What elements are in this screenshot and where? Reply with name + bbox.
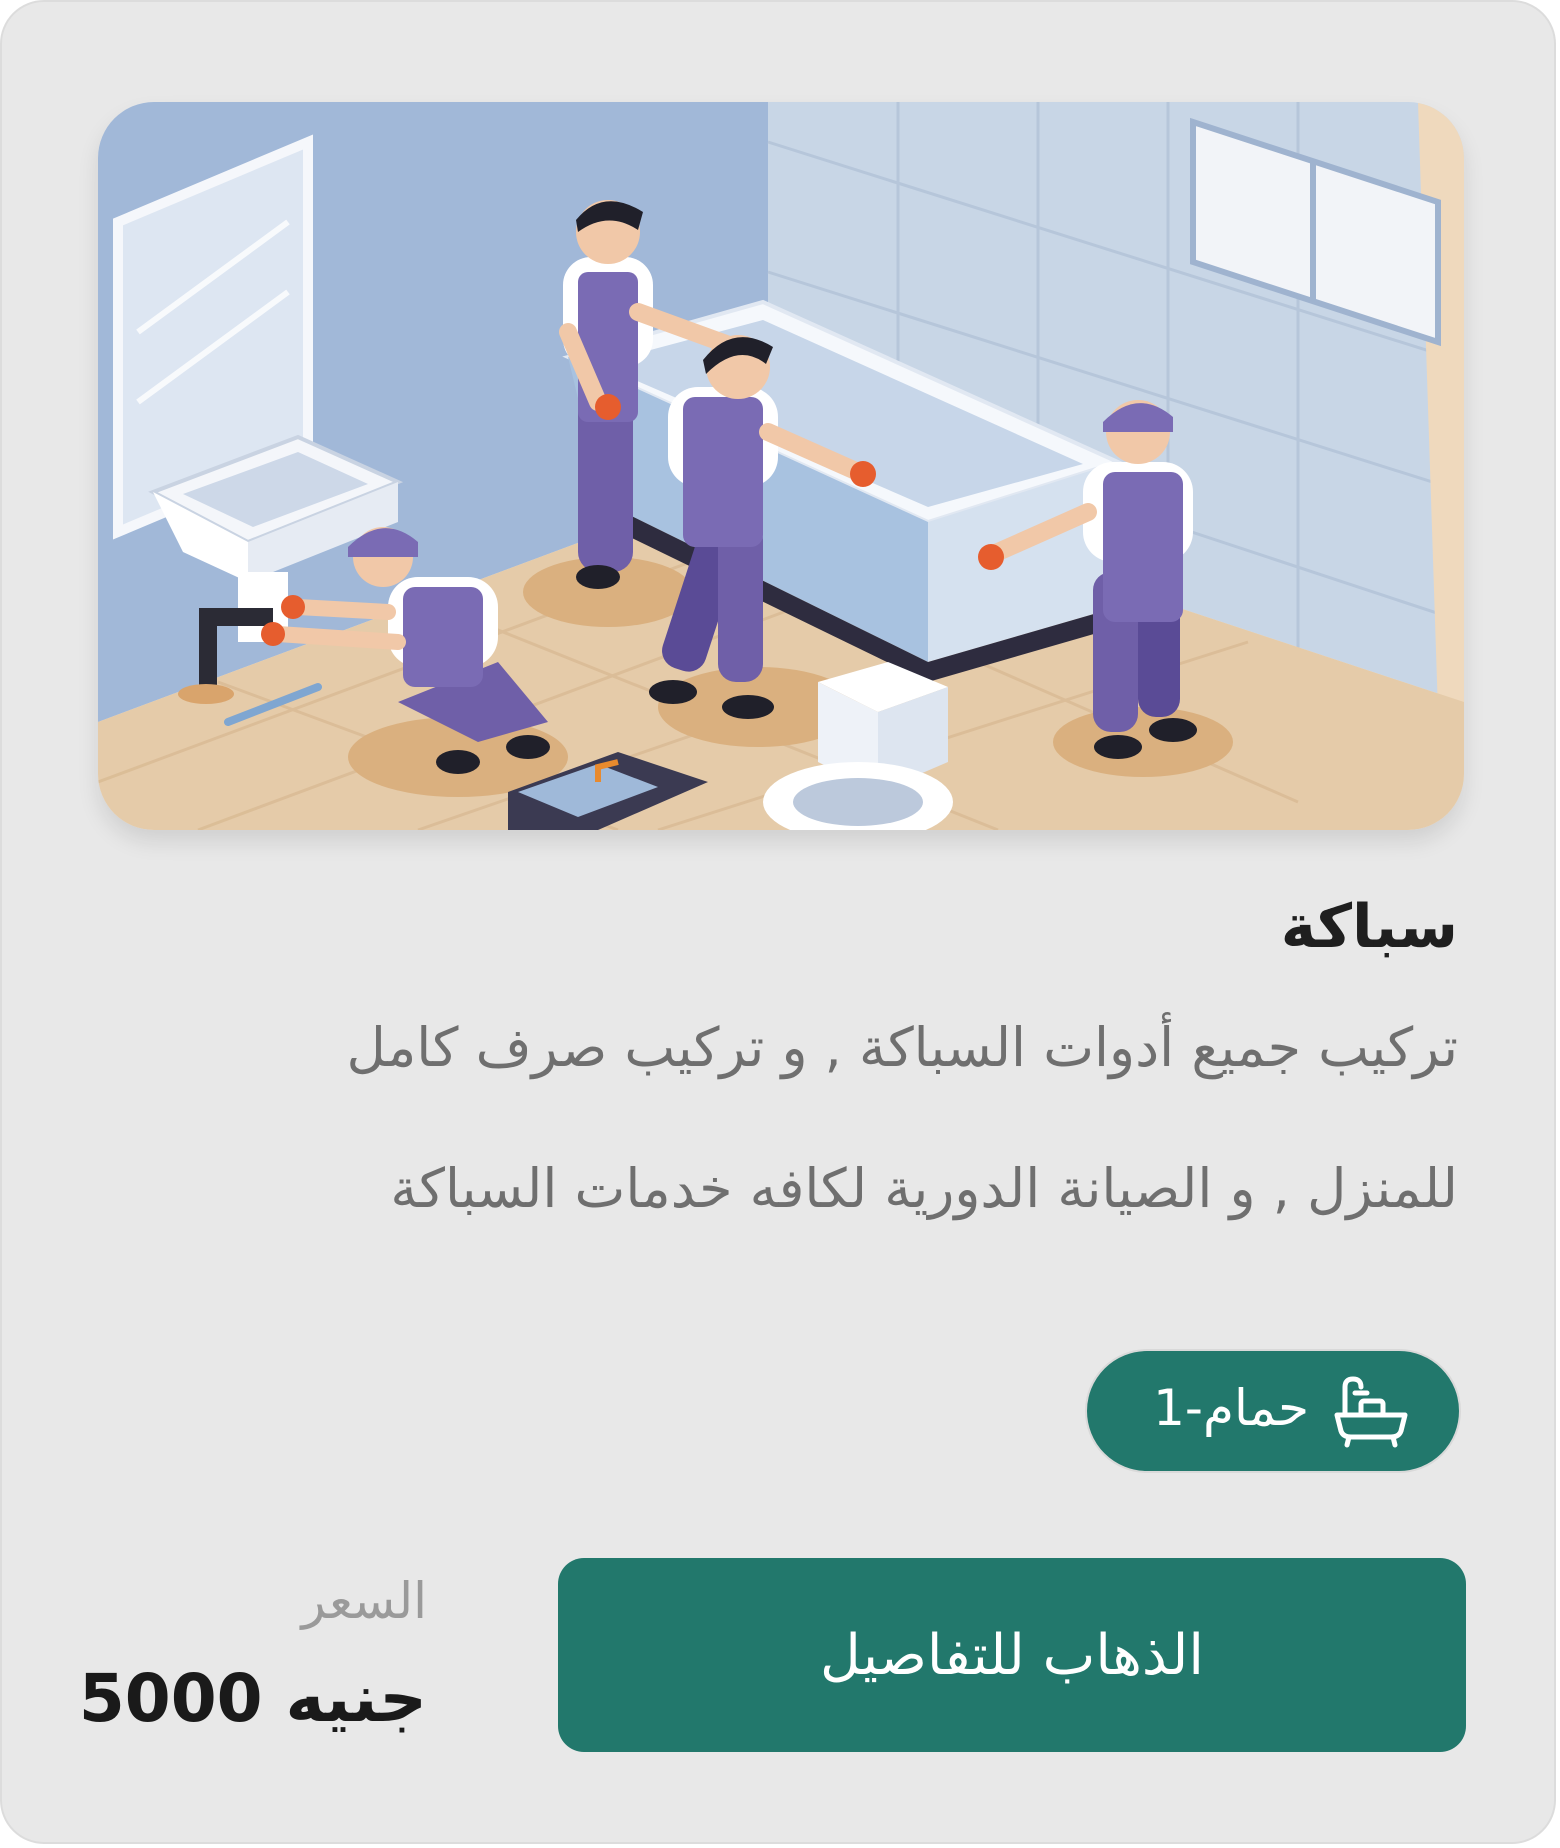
price-label: السعر	[301, 1572, 427, 1630]
go-to-details-button[interactable]: الذهاب للتفاصيل	[558, 1558, 1466, 1752]
bathtub-icon	[1334, 1376, 1408, 1448]
plumbers-illustration	[98, 102, 1464, 830]
go-to-details-label: الذهاب للتفاصيل	[820, 1622, 1204, 1688]
service-description-line-2: للمنزل , و الصيانة الدورية لكافه خدمات ا…	[390, 1157, 1458, 1220]
bathroom-count-label: 1-حمام	[1153, 1379, 1309, 1437]
service-description-line-1: تركيب جميع أدوات السباكة , و تركيب صرف ك…	[346, 1016, 1458, 1079]
price-value: 5000 جنيه	[78, 1660, 427, 1737]
bathroom-count-badge: 1-حمام	[1085, 1349, 1461, 1473]
service-image	[98, 102, 1464, 830]
service-title: سباكة	[1280, 892, 1458, 962]
service-card: سباكة تركيب جميع أدوات السباكة , و تركيب…	[0, 0, 1556, 1844]
